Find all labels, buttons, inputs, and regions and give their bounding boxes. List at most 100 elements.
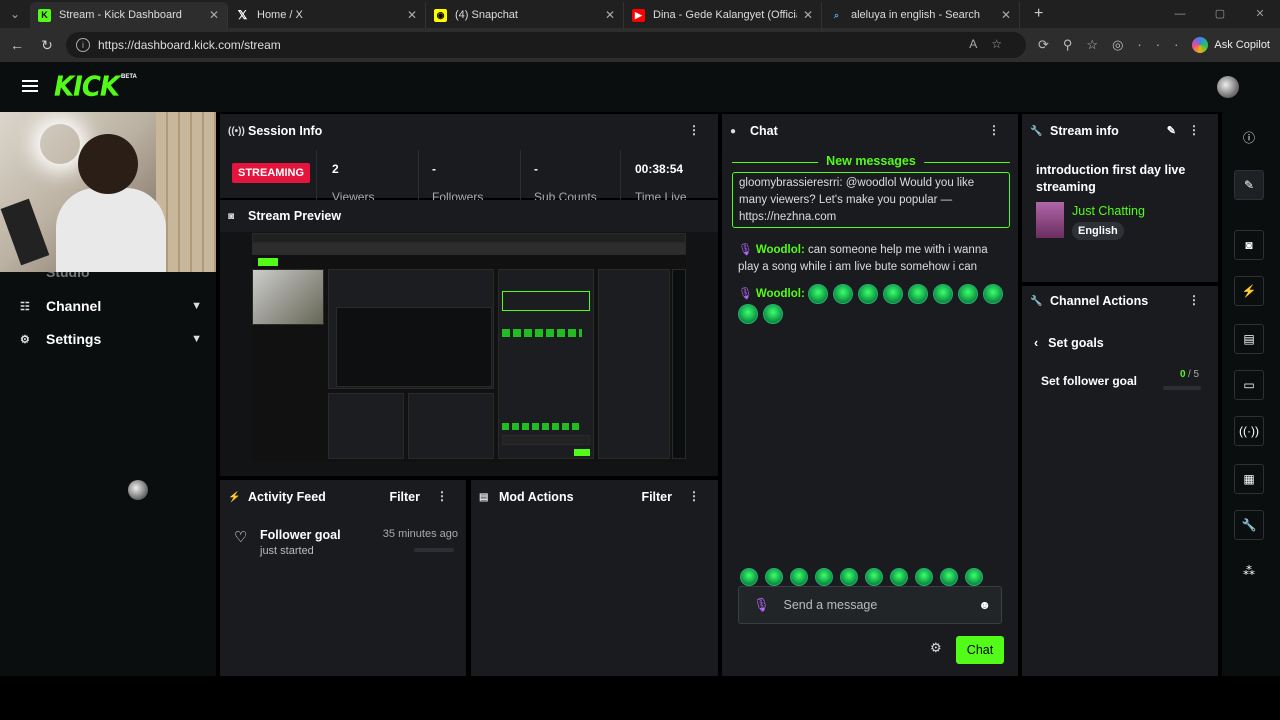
heart-icon: ♡ xyxy=(234,529,248,546)
tab-search[interactable]: ⌕ aleluya in english - Search ✕ xyxy=(822,2,1020,28)
activity-feed-panel: ⚡ Activity Feed Filter ⋮ ♡ Follower goal… xyxy=(220,480,466,676)
info-icon[interactable]: ⓘ xyxy=(1234,122,1264,152)
wrench-icon: 🔧 xyxy=(1030,125,1043,137)
site-info-icon[interactable]: i xyxy=(76,38,90,52)
close-window-icon[interactable]: ✕ xyxy=(1240,0,1280,28)
read-aloud-and-favorite-icons[interactable]: A☆ xyxy=(969,37,1016,51)
channel-actions-header: 🔧 Channel Actions ⋮ xyxy=(1022,286,1218,316)
more-options-icon[interactable]: ⋮ xyxy=(1188,293,1200,307)
url-text[interactable]: https://dashboard.kick.com/stream xyxy=(98,38,281,52)
more-options-icon[interactable]: ⋮ xyxy=(988,123,1000,137)
chat-input-placeholder[interactable]: Send a message xyxy=(784,598,878,612)
chevron-down-icon: ▼ xyxy=(191,300,202,312)
emote-icon[interactable] xyxy=(740,568,758,586)
new-messages-label: New messages xyxy=(818,154,924,168)
filter-button[interactable]: Filter xyxy=(641,490,672,504)
edit-pencil-icon[interactable]: ✎ xyxy=(1234,170,1264,200)
emote-icon[interactable] xyxy=(790,568,808,586)
maximize-icon[interactable]: ▢ xyxy=(1200,0,1240,28)
send-chat-button[interactable]: Chat xyxy=(956,636,1004,664)
kick-logo[interactable]: KICK xyxy=(54,71,120,103)
language-tag: English xyxy=(1072,222,1124,240)
tab-snapchat[interactable]: ◉ (4) Snapchat ✕ xyxy=(426,2,624,28)
extension-icons[interactable]: ⟳⚲☆◎··· xyxy=(1038,37,1192,53)
microphone-stand xyxy=(0,198,50,266)
tab-actions-icon[interactable]: ⌄ xyxy=(0,0,30,28)
stream-preview-video[interactable] xyxy=(252,233,686,462)
more-options-icon[interactable]: ⋮ xyxy=(688,489,700,503)
chat-message[interactable]: 🎙 Woodlol: xyxy=(738,284,1010,324)
apps-icon[interactable]: ⁂ xyxy=(1234,556,1264,586)
panel-title: Activity Feed xyxy=(248,490,326,504)
chat-username[interactable]: gloomybrassieresrri: xyxy=(739,177,843,189)
chat-bubble-icon[interactable]: ▭ xyxy=(1234,370,1264,400)
minimize-icon[interactable]: — xyxy=(1160,0,1200,28)
emote-icon[interactable] xyxy=(765,568,783,586)
chat-username[interactable]: Woodlol: xyxy=(756,288,805,300)
category-link[interactable]: Just Chatting xyxy=(1072,204,1145,218)
ask-copilot-button[interactable]: Ask Copilot xyxy=(1192,33,1270,57)
copilot-label: Ask Copilot xyxy=(1214,39,1270,51)
search-favicon-icon: ⌕ xyxy=(833,9,840,20)
emote-icon[interactable] xyxy=(865,568,883,586)
user-avatar[interactable] xyxy=(1217,76,1239,98)
document-icon[interactable]: ▤ xyxy=(1234,324,1264,354)
emoji-picker-icon[interactable]: ☻ xyxy=(978,598,991,612)
emote-icon[interactable] xyxy=(915,568,933,586)
edit-pencil-icon[interactable]: ✎ xyxy=(1167,124,1176,137)
close-tab-icon[interactable]: ✕ xyxy=(605,8,615,22)
more-options-icon[interactable]: ⋮ xyxy=(1188,123,1200,137)
close-tab-icon[interactable]: ✕ xyxy=(407,8,417,22)
menu-icon[interactable] xyxy=(22,80,38,92)
layout-icon[interactable]: ▦ xyxy=(1234,464,1264,494)
kick-header xyxy=(0,62,1280,112)
emote-icon[interactable] xyxy=(890,568,908,586)
close-tab-icon[interactable]: ✕ xyxy=(1001,8,1011,22)
set-goals-back[interactable]: ‹ Set goals xyxy=(1034,336,1104,350)
preview-mod-actions xyxy=(408,393,494,459)
chat-username[interactable]: Woodlol: xyxy=(756,244,805,256)
feed-item-time: 35 minutes ago xyxy=(382,528,458,540)
preview-stream-info xyxy=(598,269,670,459)
lightning-icon: ⚡ xyxy=(228,491,241,503)
emote-icon xyxy=(932,284,953,304)
sidebar-item-settings[interactable]: ⚙ Settings ▼ xyxy=(20,331,202,347)
channel-actions-panel: 🔧 Channel Actions ⋮ ‹ Set goals Set foll… xyxy=(1022,286,1218,676)
chat-message[interactable]: 🎙 Woodlol: can someone help me with i wa… xyxy=(738,242,1010,276)
preview-icon[interactable]: ◙ xyxy=(1234,230,1264,260)
browser-tab-strip: ⌄ K Stream - Kick Dashboard ✕ 𝕏 Home / X… xyxy=(0,0,1280,28)
ring-light xyxy=(40,124,80,164)
chat-settings-icon[interactable]: ⚙ xyxy=(930,640,942,656)
tab-youtube[interactable]: ▶ Dina - Gede Kalangyet (Official Vi ✕ xyxy=(624,2,822,28)
emote-icon[interactable] xyxy=(965,568,983,586)
broadcast-icon[interactable]: ((·)) xyxy=(1234,416,1264,446)
close-tab-icon[interactable]: ✕ xyxy=(209,8,219,22)
preview-emotes xyxy=(502,329,582,337)
tab-x-home[interactable]: 𝕏 Home / X ✕ xyxy=(228,2,426,28)
address-bar[interactable]: i https://dashboard.kick.com/stream A☆ xyxy=(66,32,1026,58)
lightning-icon[interactable]: ⚡ xyxy=(1234,276,1264,306)
follower-goal-label[interactable]: Set follower goal xyxy=(1041,374,1137,388)
emote-icon[interactable] xyxy=(840,568,858,586)
reload-icon[interactable]: ↻ xyxy=(32,37,62,54)
session-info-header: ((•)) Session Info ⋮ xyxy=(220,114,718,148)
emote-icon[interactable] xyxy=(940,568,958,586)
sidebar-item-channel[interactable]: ☷ Channel ▼ xyxy=(20,298,202,314)
preview-logo xyxy=(258,258,278,266)
emote-icon[interactable] xyxy=(815,568,833,586)
back-arrow-icon[interactable]: ← xyxy=(2,37,32,53)
wrench-icon[interactable]: 🔧 xyxy=(1234,510,1264,540)
close-tab-icon[interactable]: ✕ xyxy=(803,8,813,22)
gear-icon: ⚙ xyxy=(20,334,30,346)
filter-button[interactable]: Filter xyxy=(389,490,420,504)
window-controls: — ▢ ✕ xyxy=(1160,0,1280,28)
new-tab-icon[interactable]: + xyxy=(1034,5,1043,23)
divider xyxy=(520,150,521,200)
emote-icon xyxy=(857,284,878,304)
tab-kick-dashboard[interactable]: K Stream - Kick Dashboard ✕ xyxy=(30,2,228,28)
more-options-icon[interactable]: ⋮ xyxy=(688,123,700,137)
bomb-cursor-icon xyxy=(128,480,148,500)
more-options-icon[interactable]: ⋮ xyxy=(436,489,448,503)
chat-input[interactable]: 🎙 Send a message ☻ xyxy=(738,586,1002,624)
chat-message-highlighted[interactable]: gloomybrassieresrri: @woodlol Would you … xyxy=(732,172,1010,228)
